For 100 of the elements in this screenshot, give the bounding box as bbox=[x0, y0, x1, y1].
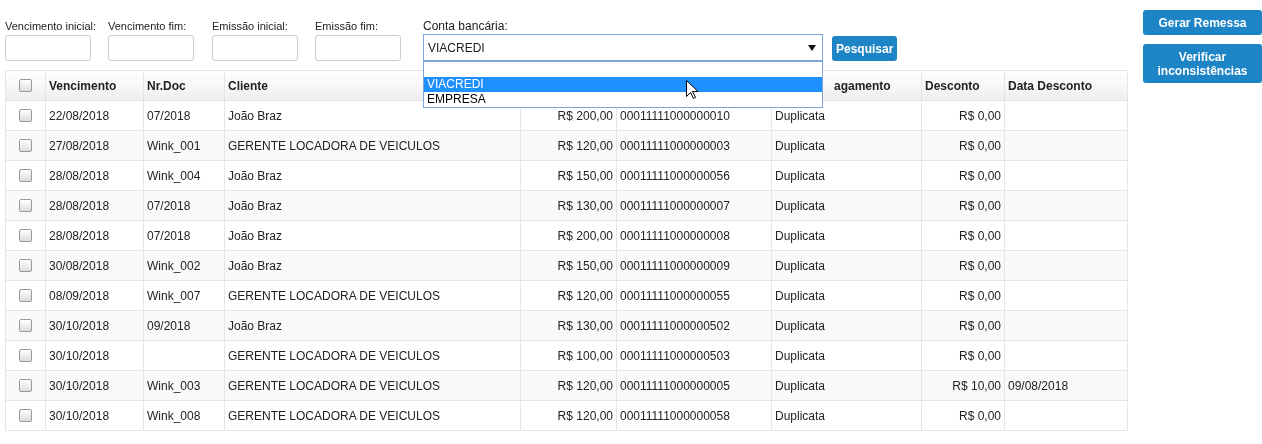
table-cell: Wink_002 bbox=[147, 258, 201, 273]
column-header[interactable]: agamento bbox=[834, 78, 891, 93]
table-cell: R$ 0,00 bbox=[958, 258, 1001, 273]
field-label: Vencimento inicial: bbox=[5, 19, 97, 34]
table-cell: João Braz bbox=[228, 168, 283, 183]
table-cell: R$ 10,00 bbox=[952, 378, 1001, 393]
date-field[interactable] bbox=[315, 35, 401, 61]
table-cell: 22/08/2018 bbox=[49, 108, 110, 123]
field-label: Emissão fim: bbox=[315, 19, 378, 34]
table-cell: 08/09/2018 bbox=[49, 288, 110, 303]
field-label: Vencimento fim: bbox=[108, 19, 187, 34]
table-cell: 00011111000000007 bbox=[620, 198, 730, 213]
verify-button[interactable]: Verificar inconsistências bbox=[1143, 44, 1262, 83]
table-cell: João Braz bbox=[228, 228, 283, 243]
date-field[interactable] bbox=[108, 35, 194, 61]
table-cell: R$ 130,00 bbox=[557, 198, 613, 213]
table-cell: R$ 0,00 bbox=[958, 108, 1001, 123]
table-cell: R$ 200,00 bbox=[557, 228, 613, 243]
checkbox[interactable] bbox=[19, 319, 32, 332]
cursor-icon bbox=[686, 80, 698, 99]
table-cell: R$ 200,00 bbox=[557, 108, 613, 123]
table-cell: 09/2018 bbox=[147, 318, 191, 333]
table-cell: 00011111000000503 bbox=[620, 348, 730, 363]
table-cell: GERENTE LOCADORA DE VEICULOS bbox=[228, 138, 441, 153]
table-cell: 28/08/2018 bbox=[49, 228, 110, 243]
table-cell: 00011111000000003 bbox=[620, 138, 730, 153]
table-cell: 00011111000000008 bbox=[620, 228, 730, 243]
table-cell: R$ 0,00 bbox=[958, 288, 1001, 303]
table-cell: R$ 150,00 bbox=[557, 168, 613, 183]
table-cell: Duplicata bbox=[775, 108, 826, 123]
table-cell: GERENTE LOCADORA DE VEICULOS bbox=[228, 288, 441, 303]
checkbox[interactable] bbox=[19, 79, 32, 92]
table-cell: R$ 120,00 bbox=[557, 378, 613, 393]
table-cell: 00011111000000502 bbox=[620, 318, 730, 333]
table-cell: Duplicata bbox=[775, 288, 826, 303]
table-cell: João Braz bbox=[228, 198, 283, 213]
table-cell: 30/10/2018 bbox=[49, 408, 110, 423]
field-label: Conta bancária: bbox=[423, 18, 509, 34]
table-cell: Duplicata bbox=[775, 138, 826, 153]
table-cell: João Braz bbox=[228, 318, 283, 333]
table-cell: Wink_003 bbox=[147, 378, 201, 393]
table-cell: R$ 120,00 bbox=[557, 288, 613, 303]
table-cell: 00011111000000005 bbox=[620, 378, 730, 393]
table-cell: R$ 0,00 bbox=[958, 138, 1001, 153]
table-cell: Duplicata bbox=[775, 168, 826, 183]
date-field[interactable] bbox=[212, 35, 298, 61]
date-field[interactable] bbox=[5, 35, 91, 61]
checkbox[interactable] bbox=[19, 349, 32, 362]
table-cell: GERENTE LOCADORA DE VEICULOS bbox=[228, 348, 441, 363]
table-cell: R$ 0,00 bbox=[958, 348, 1001, 363]
account-select[interactable]: VIACREDI bbox=[423, 34, 823, 61]
table-cell: R$ 120,00 bbox=[557, 138, 613, 153]
table-cell: 07/2018 bbox=[147, 228, 191, 243]
column-header[interactable]: Cliente bbox=[228, 78, 268, 93]
table-cell: Wink_008 bbox=[147, 408, 201, 423]
table-cell: João Braz bbox=[228, 108, 283, 123]
table-cell: 30/08/2018 bbox=[49, 258, 110, 273]
checkbox[interactable] bbox=[19, 169, 32, 182]
table-cell: Duplicata bbox=[775, 348, 826, 363]
table-cell: Duplicata bbox=[775, 378, 826, 393]
table-cell: 27/08/2018 bbox=[49, 138, 110, 153]
checkbox[interactable] bbox=[19, 139, 32, 152]
table-cell: 09/08/2018 bbox=[1008, 378, 1069, 393]
dropdown-option[interactable]: EMPRESA bbox=[424, 92, 822, 107]
table-cell: 30/10/2018 bbox=[49, 378, 110, 393]
checkbox[interactable] bbox=[19, 379, 32, 392]
table-cell: Wink_007 bbox=[147, 288, 201, 303]
generate-button[interactable]: Gerar Remessa bbox=[1143, 10, 1262, 35]
field-label: Emissão inicial: bbox=[212, 19, 288, 34]
table-cell: R$ 0,00 bbox=[958, 318, 1001, 333]
table-cell: João Braz bbox=[228, 258, 283, 273]
table-cell: GERENTE LOCADORA DE VEICULOS bbox=[228, 378, 441, 393]
table-cell: Wink_001 bbox=[147, 138, 201, 153]
table-cell: R$ 130,00 bbox=[557, 318, 613, 333]
checkbox[interactable] bbox=[19, 289, 32, 302]
checkbox[interactable] bbox=[19, 259, 32, 272]
table-cell: 07/2018 bbox=[147, 108, 191, 123]
table-cell: R$ 150,00 bbox=[557, 258, 613, 273]
table-cell: 00011111000000010 bbox=[620, 108, 730, 123]
table-cell: 00011111000000055 bbox=[620, 288, 730, 303]
table-cell: R$ 0,00 bbox=[958, 168, 1001, 183]
table-cell: Duplicata bbox=[775, 258, 826, 273]
table-cell: R$ 0,00 bbox=[958, 228, 1001, 243]
table-cell: Duplicata bbox=[775, 198, 826, 213]
table-cell: R$ 0,00 bbox=[958, 408, 1001, 423]
table-cell: 00011111000000056 bbox=[620, 168, 730, 183]
search-button[interactable]: Pesquisar bbox=[832, 36, 898, 61]
table-cell: Wink_004 bbox=[147, 168, 201, 183]
checkbox[interactable] bbox=[19, 109, 32, 122]
table-cell: 28/08/2018 bbox=[49, 168, 110, 183]
table-cell: 30/10/2018 bbox=[49, 348, 110, 363]
table-cell: 07/2018 bbox=[147, 198, 191, 213]
table-cell: 28/08/2018 bbox=[49, 198, 110, 213]
checkbox[interactable] bbox=[19, 229, 32, 242]
caret-icon bbox=[808, 44, 816, 51]
table-cell: R$ 100,00 bbox=[557, 348, 613, 363]
checkbox[interactable] bbox=[19, 409, 32, 422]
table-cell: R$ 120,00 bbox=[557, 408, 613, 423]
table-cell: R$ 0,00 bbox=[958, 198, 1001, 213]
checkbox[interactable] bbox=[19, 199, 32, 212]
